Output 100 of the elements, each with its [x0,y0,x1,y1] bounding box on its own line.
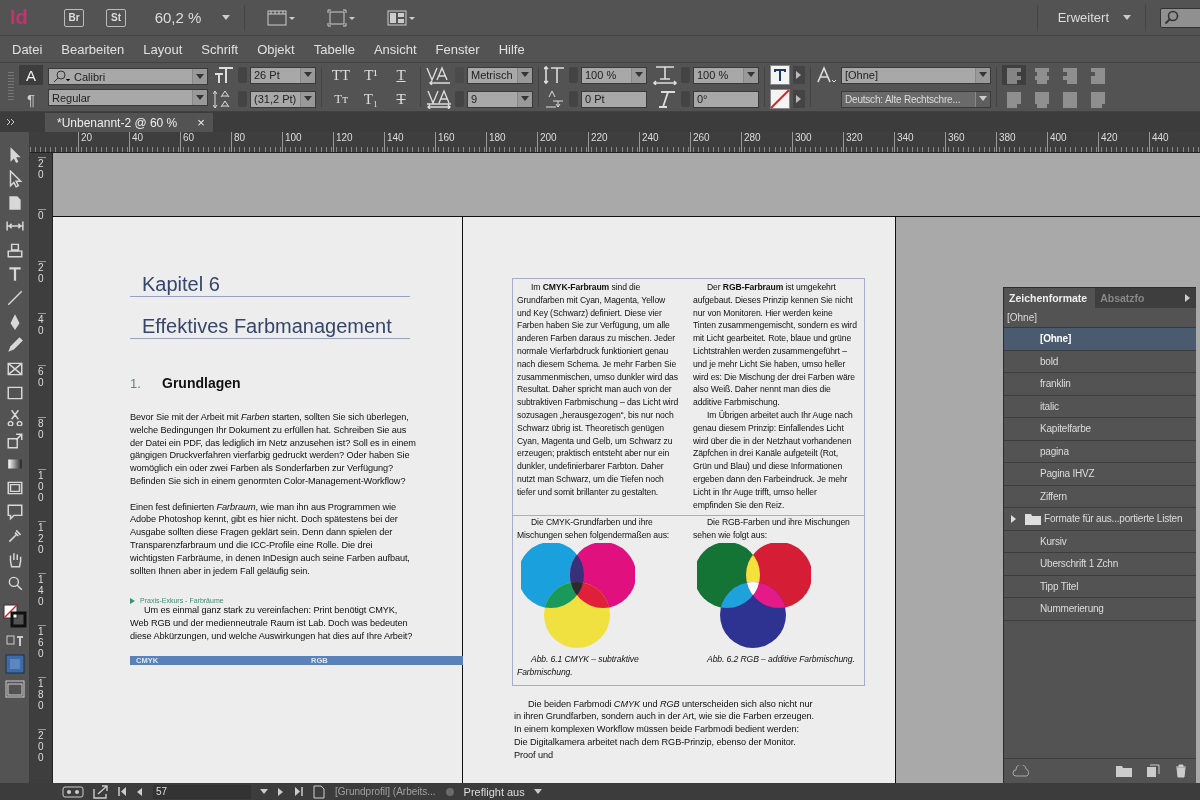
baseline-shift-field[interactable]: 0 Pt [581,90,647,108]
caret-icon[interactable] [222,13,230,22]
style-list-item[interactable]: Tipp Titel [1004,575,1196,598]
stock-button[interactable]: St [106,8,126,27]
preflight-label[interactable]: Preflight aus [463,785,525,798]
preview-icon[interactable] [62,785,84,798]
menu-item[interactable]: Tabelle [313,41,355,57]
menu-item[interactable]: Bearbeiten [61,41,125,57]
cloud-icon[interactable] [1012,765,1032,777]
menu-item[interactable]: Hilfe [498,41,525,57]
style-list-item[interactable]: Uberschrift 1 Zchn [1004,553,1196,576]
menu-item[interactable]: Ansicht [373,41,417,57]
style-list-item[interactable]: Ziffern [1004,485,1196,508]
paragraph-mode-button[interactable]: ¶ [19,89,43,109]
export-icon[interactable] [93,784,109,799]
caret-icon[interactable] [1123,13,1131,22]
screen-mode-icon[interactable] [327,8,357,27]
font-style-field[interactable]: Regular [48,89,208,106]
style-list-item[interactable]: pagina [1004,440,1196,463]
tracking-field[interactable]: 9 [467,90,533,108]
caret-icon[interactable] [635,71,643,79]
panel-menu-icon[interactable] [1184,294,1192,302]
character-style-dropdown[interactable]: [Ohne] [841,66,991,84]
workspace-dropdown[interactable]: Erweitert [1051,10,1109,25]
font-family-field[interactable]: Calibri [48,68,208,85]
style-list-item[interactable]: Nummerierung [1004,598,1196,621]
caret-icon[interactable] [521,95,529,103]
first-page-icon[interactable] [118,787,127,796]
menu-item[interactable]: Datei [12,41,43,57]
pencil-tool-icon[interactable] [5,336,24,355]
caret-icon[interactable] [795,71,803,79]
menu-item[interactable]: Objekt [257,41,295,57]
style-list-item[interactable]: Formate für aus...portierte Listen [1004,508,1196,531]
arrange-documents-icon[interactable] [387,8,417,27]
free-transform-icon[interactable] [5,431,24,450]
underline-button[interactable]: T [387,65,415,85]
caret-icon[interactable] [795,95,803,103]
caret-icon[interactable] [979,71,987,79]
caret-icon[interactable] [979,95,987,103]
caret-icon[interactable] [304,71,312,79]
language-dropdown[interactable]: Deutsch: Alte Rechtschre... [841,90,991,108]
skew-field[interactable]: 0° [693,90,759,108]
trash-icon[interactable] [1174,764,1188,778]
caret-icon[interactable] [747,71,755,79]
character-mode-button[interactable]: A [19,65,43,85]
close-icon[interactable]: × [197,115,205,130]
bridge-button[interactable]: Br [64,8,84,27]
new-style-icon[interactable] [1146,764,1160,778]
style-list-item[interactable]: Pagina IHVZ [1004,463,1196,486]
style-list-item[interactable]: [Ohne] [1004,328,1196,351]
profile-label[interactable]: [Grundprofil] (Arbeits... [335,786,436,797]
line-tool-icon[interactable] [5,288,24,307]
horizontal-scale-field[interactable]: 100 % [693,66,759,84]
fill-stroke-icon[interactable] [2,604,27,629]
page-icon[interactable] [312,784,326,799]
caret-icon[interactable] [260,787,268,796]
font-size-field[interactable]: 26 Pt [250,66,316,84]
formatting-container-icon[interactable] [5,633,24,648]
no-stroke-swatch-icon[interactable] [770,89,790,109]
caret-icon[interactable] [196,93,204,102]
document-tab[interactable]: *Unbenannt-2 @ 60 % × [45,113,213,132]
collapse-icon[interactable] [6,118,16,126]
caret-icon[interactable] [196,72,204,81]
previous-page-icon[interactable] [136,787,144,796]
caret-icon[interactable] [304,95,312,103]
view-options-icon[interactable] [267,8,297,27]
menu-item[interactable]: Layout [143,41,183,57]
kerning-field[interactable]: Metrisch [467,66,533,84]
panel-tab[interactable]: Zeichenformate [1004,288,1096,308]
section-number: 1. [130,376,142,391]
search-field[interactable] [1160,7,1200,28]
vertical-scale-field[interactable]: 100 % [581,66,647,84]
page-number-field[interactable]: 57 [153,784,251,799]
normal-view-icon[interactable] [4,653,25,674]
leading-field[interactable]: (31,2 Pt) [250,90,316,108]
style-list-item[interactable]: Kursiv [1004,530,1196,553]
scissors-icon[interactable] [5,407,24,426]
sub-button[interactable]: T₁ [357,89,385,109]
last-page-icon[interactable] [294,787,303,796]
style-list-item[interactable]: franklin [1004,373,1196,396]
style-list-item[interactable]: bold [1004,350,1196,373]
note-tool-icon[interactable] [5,502,24,521]
caret-icon[interactable] [521,71,529,79]
caret-icon[interactable] [533,787,542,796]
content-collector-icon[interactable] [5,241,24,260]
style-list-item[interactable]: Kapitelfarbe [1004,418,1196,441]
caps-button[interactable]: TT [327,65,355,85]
strike-button[interactable]: T [387,89,415,109]
zoom-dropdown[interactable]: 60,2 % [148,9,208,26]
super-button[interactable]: T¹ [357,65,385,85]
text-fill-swatch-icon[interactable] [770,65,790,85]
expand-icon[interactable] [1010,514,1018,523]
panel-tab[interactable]: Absatzfo [1095,288,1153,308]
screen-mode-icon[interactable] [4,679,25,698]
menu-item[interactable]: Fenster [435,41,480,57]
smallcaps-button[interactable]: Tт [327,89,355,109]
menu-item[interactable]: Schrift [201,41,239,57]
style-list-item[interactable]: italic [1004,395,1196,418]
next-page-icon[interactable] [277,787,285,796]
folder-icon[interactable] [1116,765,1132,777]
